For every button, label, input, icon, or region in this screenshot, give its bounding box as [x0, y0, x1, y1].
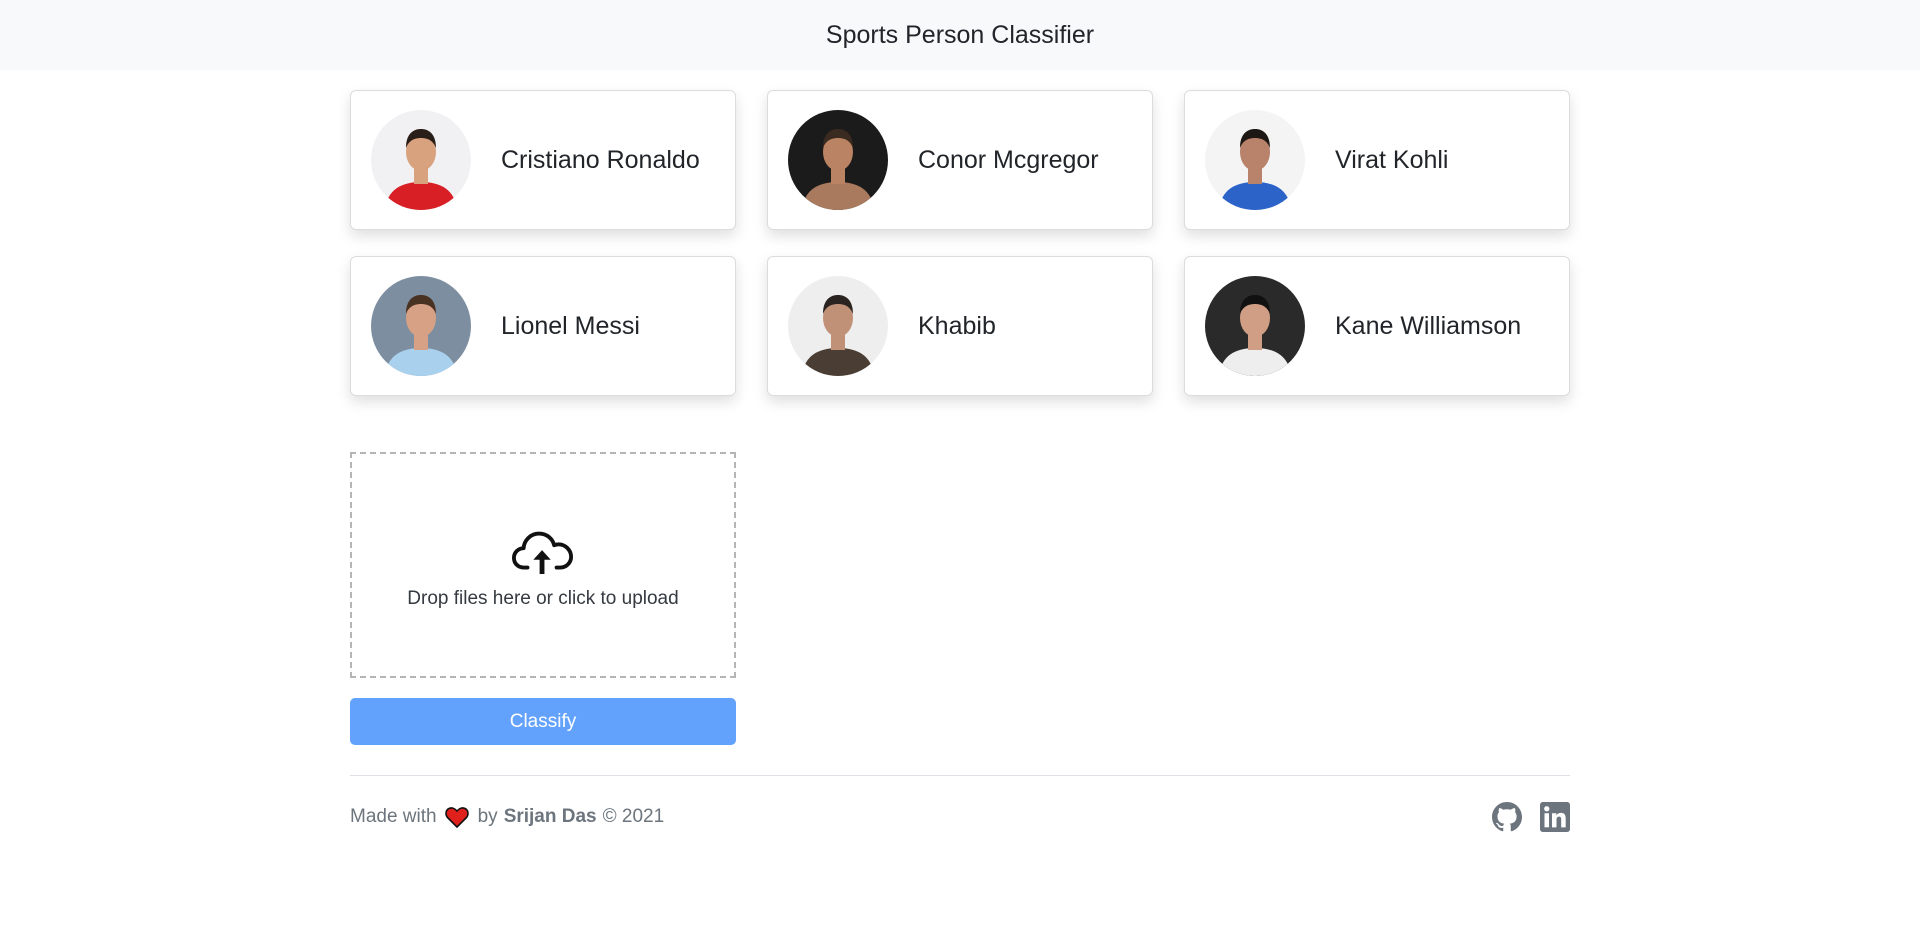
dropzone-text: Drop files here or click to upload — [407, 588, 679, 609]
upload-dropzone[interactable]: Drop files here or click to upload — [350, 452, 736, 678]
player-card-khabib[interactable]: Khabib — [767, 256, 1153, 396]
mcgregor-photo — [788, 110, 888, 210]
navbar: Sports Person Classifier — [0, 0, 1920, 70]
by-text: by — [477, 806, 498, 827]
player-card-messi[interactable]: Lionel Messi — [350, 256, 736, 396]
player-name: Cristiano Ronaldo — [501, 145, 700, 174]
player-card-kohli[interactable]: Virat Kohli — [1184, 90, 1570, 230]
player-card-mcgregor[interactable]: Conor Mcgregor — [767, 90, 1153, 230]
made-with-text: Made with — [350, 806, 437, 827]
player-name: Conor Mcgregor — [918, 145, 1099, 174]
player-card-ronaldo[interactable]: Cristiano Ronaldo — [350, 90, 736, 230]
player-name: Lionel Messi — [501, 311, 640, 340]
player-name: Virat Kohli — [1335, 145, 1449, 174]
ronaldo-photo — [371, 110, 471, 210]
williamson-photo — [1205, 276, 1305, 376]
messi-photo — [371, 276, 471, 376]
page-title: Sports Person Classifier — [825, 20, 1095, 49]
social-links — [1474, 802, 1570, 832]
heart-icon — [444, 807, 469, 828]
classify-button[interactable]: Classify — [350, 698, 736, 745]
footer: Made with by Srijan Das © 2021 — [350, 802, 1570, 832]
kohli-photo — [1205, 110, 1305, 210]
footer-divider — [350, 775, 1570, 776]
player-grid: Cristiano Ronaldo Conor Mcgregor Virat K… — [350, 90, 1570, 396]
copyright-text: © 2021 — [602, 806, 665, 827]
khabib-photo — [788, 276, 888, 376]
footer-credits: Made with by Srijan Das © 2021 — [350, 806, 664, 828]
cloud-upload-icon — [512, 531, 574, 574]
github-icon[interactable] — [1492, 802, 1522, 832]
linkedin-icon[interactable] — [1540, 802, 1570, 832]
player-name: Khabib — [918, 311, 996, 340]
player-card-williamson[interactable]: Kane Williamson — [1184, 256, 1570, 396]
main-container: Cristiano Ronaldo Conor Mcgregor Virat K… — [350, 90, 1570, 832]
author-name: Srijan Das — [503, 806, 597, 827]
player-name: Kane Williamson — [1335, 311, 1522, 340]
